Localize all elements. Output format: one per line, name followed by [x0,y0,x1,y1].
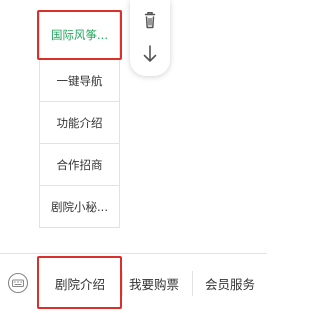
submenu-panel: 国际风筝... 一键导航 功能介绍 合作招商 剧院小秘... [39,10,120,228]
bottom-menu-bar: 剧院介绍 我要购票 会员服务 [0,253,267,313]
submenu-item-features[interactable]: 功能介绍 [40,101,119,143]
submenu-item-partnership[interactable]: 合作招商 [40,143,119,185]
keyboard-icon[interactable] [7,272,29,294]
tab-buy-tickets[interactable]: 我要购票 [123,254,185,313]
submenu-item-assistant[interactable]: 剧院小秘... [40,185,119,227]
submenu-item-navigation[interactable]: 一键导航 [40,59,119,101]
arrow-down-icon[interactable] [138,42,162,66]
submenu-item-kite[interactable]: 国际风筝... [40,10,119,59]
tab-member-services[interactable]: 会员服务 [193,254,267,313]
tab-theater-intro[interactable]: 剧院介绍 [38,254,122,313]
trash-icon[interactable] [138,8,162,32]
menu-edit-toolbar [130,0,170,76]
